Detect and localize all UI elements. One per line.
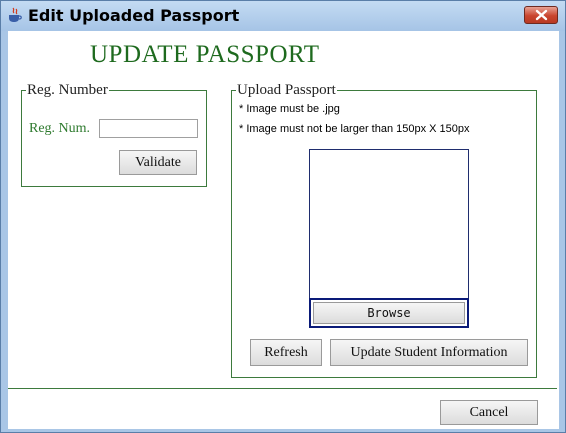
reg-number-legend: Reg. Number: [27, 82, 108, 98]
refresh-button[interactable]: Refresh: [250, 339, 322, 366]
browse-button[interactable]: Browse: [313, 302, 465, 324]
dialog-content: UPDATE PASSPORT Reg. Number Reg. Num. Va…: [8, 31, 559, 429]
edit-passport-window: Edit Uploaded Passport UPDATE PASSPORT R…: [0, 0, 566, 433]
page-heading: UPDATE PASSPORT: [90, 41, 320, 68]
footer-divider: [8, 388, 557, 389]
java-cup-icon: [7, 7, 23, 24]
browse-button-focus: Browse: [309, 298, 469, 328]
cancel-button[interactable]: Cancel: [440, 400, 538, 425]
jpg-requirement-note: * Image must be .jpg: [239, 103, 340, 115]
reg-num-input[interactable]: [99, 119, 198, 138]
close-icon: [535, 9, 548, 21]
upload-passport-legend: Upload Passport: [237, 82, 336, 98]
validate-button[interactable]: Validate: [119, 150, 197, 175]
title-bar[interactable]: Edit Uploaded Passport: [1, 1, 565, 31]
passport-preview: [309, 149, 469, 299]
update-student-info-button[interactable]: Update Student Information: [330, 339, 528, 366]
size-requirement-note: * Image must not be larger than 150px X …: [239, 123, 470, 135]
window-title: Edit Uploaded Passport: [28, 6, 240, 25]
reg-num-label: Reg. Num.: [29, 121, 91, 136]
close-button[interactable]: [524, 6, 558, 24]
